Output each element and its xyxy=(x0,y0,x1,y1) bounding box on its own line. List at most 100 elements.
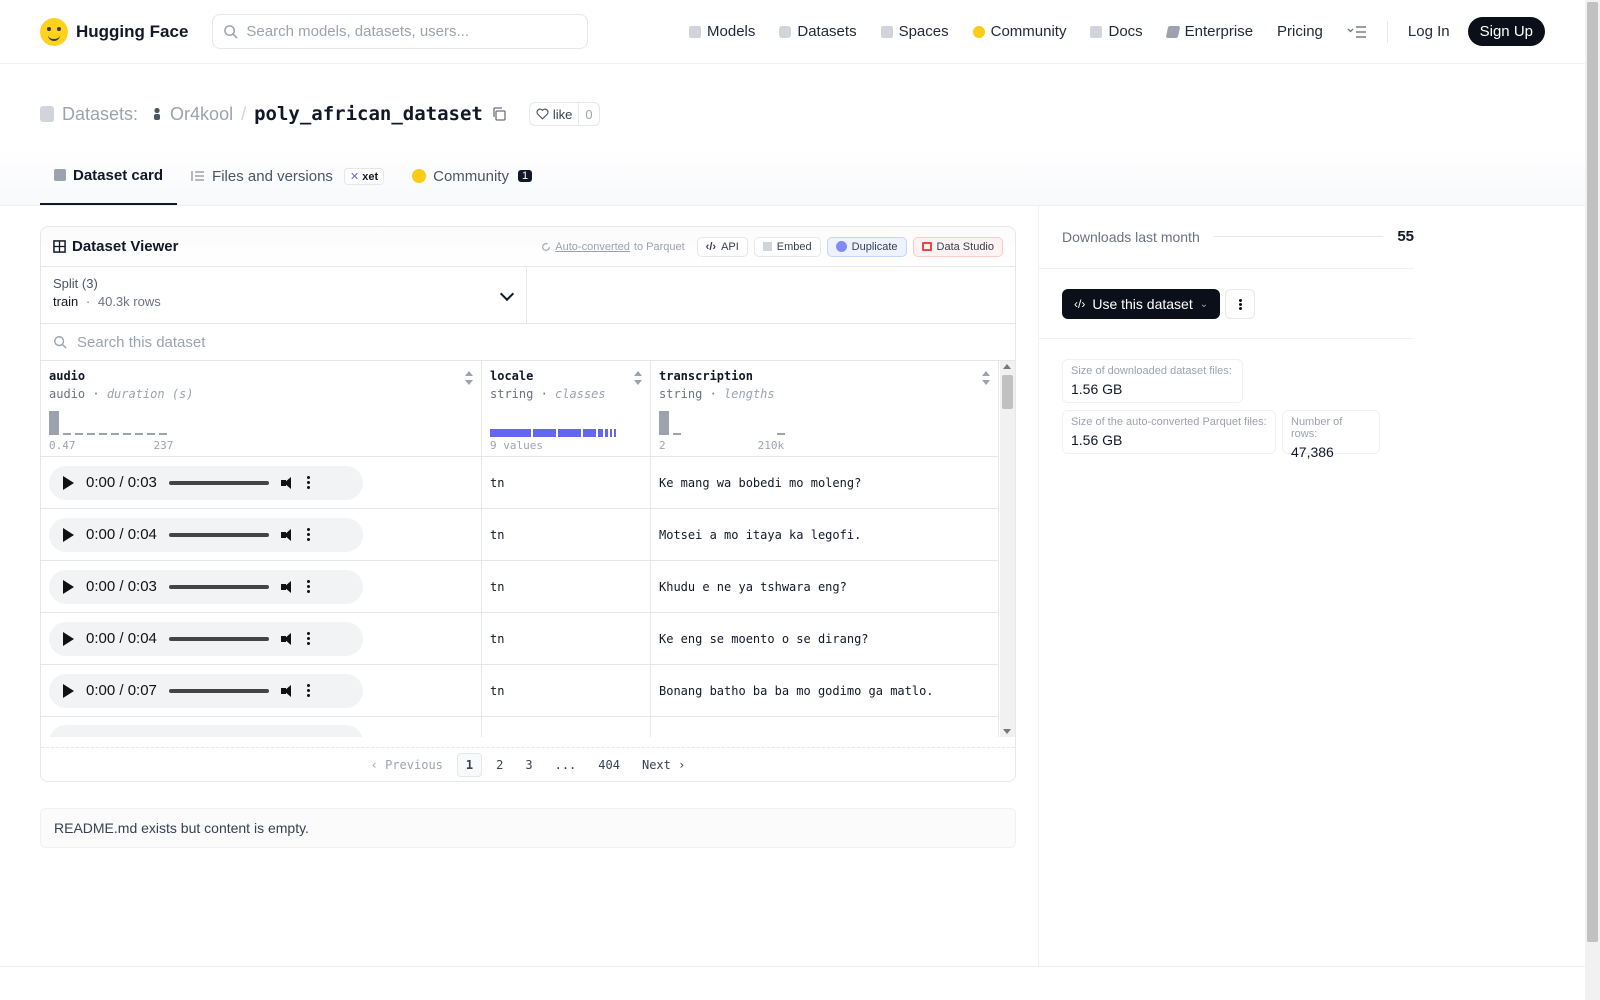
brand-name: Hugging Face xyxy=(76,21,189,41)
split-value: train xyxy=(53,294,79,309)
nav-spaces[interactable]: Spaces xyxy=(869,17,961,47)
nav-docs[interactable]: Docs xyxy=(1078,17,1154,47)
repo-owner-link[interactable]: Or4kool xyxy=(170,104,233,125)
page-404-button[interactable]: 404 xyxy=(590,754,628,776)
page-scrollbar[interactable] xyxy=(1585,0,1600,1000)
more-options-icon[interactable] xyxy=(306,481,310,484)
more-options-icon[interactable] xyxy=(306,585,310,588)
previous-page-button[interactable]: ‹ Previous xyxy=(363,754,451,776)
nav-models[interactable]: Models xyxy=(677,17,767,47)
audio-cell: 0:00 / 0:03 xyxy=(41,561,482,612)
sort-icon[interactable] xyxy=(465,371,473,385)
audio-seek-bar[interactable] xyxy=(168,480,269,485)
audio-seek-bar[interactable] xyxy=(168,584,269,589)
page-2-button[interactable]: 2 xyxy=(488,754,511,776)
audio-player[interactable]: 0:00 / 0:07 xyxy=(49,673,363,708)
audio-player[interactable]: 0:00 / 0:04 xyxy=(49,517,363,552)
volume-icon[interactable] xyxy=(280,580,295,594)
page-1-button[interactable]: 1 xyxy=(456,752,483,777)
volume-icon[interactable] xyxy=(280,528,295,542)
auto-converted-note: Auto-converted to Parquet xyxy=(541,241,685,253)
like-button[interactable]: like 0 xyxy=(528,102,600,126)
copy-icon[interactable] xyxy=(491,106,507,122)
page-scrollbar-thumb[interactable] xyxy=(1587,2,1598,942)
brand-link[interactable]: Hugging Face xyxy=(40,17,189,46)
audio-player[interactable]: 0:00 / 0:04 xyxy=(49,621,363,656)
page-3-button[interactable]: 3 xyxy=(517,754,540,776)
scroll-up-icon[interactable] xyxy=(1003,364,1011,369)
global-search-input[interactable]: Search models, datasets, users... xyxy=(212,14,589,49)
nav-enterprise-label: Enterprise xyxy=(1184,23,1254,40)
embed-button[interactable]: Embed xyxy=(753,236,821,257)
table-row: 0:00 / 0:07 tn Bonang batho ba ba mo god… xyxy=(41,665,999,717)
tab-community[interactable]: Community 1 xyxy=(398,147,546,205)
signup-button[interactable]: Sign Up xyxy=(1467,17,1545,46)
audio-player[interactable] xyxy=(49,725,363,737)
use-this-dataset-button[interactable]: ‹/› Use this dataset ⌄ xyxy=(1062,289,1221,319)
data-studio-button[interactable]: Data Studio xyxy=(912,236,1003,257)
more-options-icon[interactable] xyxy=(306,689,310,692)
nav-pricing[interactable]: Pricing xyxy=(1265,17,1335,47)
volume-icon[interactable] xyxy=(280,476,295,490)
duplicate-button[interactable]: Duplicate xyxy=(826,236,907,257)
play-icon[interactable] xyxy=(63,475,74,490)
path-separator: / xyxy=(241,103,247,124)
play-icon[interactable] xyxy=(63,527,74,542)
tab-community-label: Community xyxy=(433,167,509,185)
table-scrollbar[interactable] xyxy=(1000,361,1015,737)
code-icon: ‹/› xyxy=(705,240,717,253)
transcription-cell: Khudu e ne ya tshwara eng? xyxy=(651,561,999,612)
heart-icon xyxy=(536,108,549,120)
nav-datasets[interactable]: Datasets xyxy=(767,17,868,47)
audio-seek-bar[interactable] xyxy=(168,636,269,641)
audio-player[interactable]: 0:00 / 0:03 xyxy=(49,569,363,604)
play-icon[interactable] xyxy=(63,683,74,698)
next-page-button[interactable]: Next › xyxy=(634,754,693,776)
play-icon[interactable] xyxy=(63,579,74,594)
scroll-down-icon[interactable] xyxy=(1003,729,1011,734)
auto-converted-link[interactable]: Auto-converted xyxy=(555,241,630,253)
section-label[interactable]: Datasets: xyxy=(62,104,138,125)
repo-tabs-band: Dataset card Files and versions ✕ xet Co… xyxy=(0,148,1585,206)
dataset-search-input[interactable]: Search this dataset xyxy=(41,324,1015,361)
audio-seek-bar[interactable] xyxy=(168,688,269,693)
tab-files-label: Files and versions xyxy=(212,167,333,185)
sort-icon[interactable] xyxy=(634,371,642,385)
column-header-locale[interactable]: locale string · classes 9 values xyxy=(482,361,651,457)
duration-histogram xyxy=(49,411,167,435)
volume-icon[interactable] xyxy=(280,684,295,698)
transcription-cell: Ke eng se moento o se dirang? xyxy=(651,613,999,664)
more-options-icon[interactable] xyxy=(306,637,310,640)
repo-name-link[interactable]: poly_african_dataset xyxy=(254,103,483,125)
column-header-transcription[interactable]: transcription string · lengths 2 210k xyxy=(651,361,999,457)
nav-community[interactable]: Community xyxy=(961,17,1079,47)
dataset-viewer: Dataset Viewer Auto-converted to Parquet… xyxy=(40,226,1016,782)
tab-files-and-versions[interactable]: Files and versions ✕ xet xyxy=(177,147,398,205)
column-header-audio[interactable]: audio audio · duration (s) 0.47 237 xyxy=(41,361,482,457)
more-options-icon[interactable] xyxy=(306,533,310,536)
column-name: transcription xyxy=(659,369,753,383)
transcription-cell: Bonang batho ba ba mo godimo ga matlo. xyxy=(651,665,999,716)
xet-icon: ✕ xyxy=(349,170,360,183)
split-label: Split (3) xyxy=(53,276,98,291)
nav-datasets-label: Datasets xyxy=(797,23,857,40)
column-stat: duration (s) xyxy=(106,387,194,401)
play-icon[interactable] xyxy=(63,631,74,646)
user-avatar-icon xyxy=(154,107,161,120)
login-link[interactable]: Log In xyxy=(1396,17,1462,47)
audio-seek-bar[interactable] xyxy=(168,532,269,537)
audio-player[interactable]: 0:00 / 0:03 xyxy=(49,465,363,500)
more-actions-button[interactable] xyxy=(1225,289,1255,319)
nav-enterprise[interactable]: Enterprise xyxy=(1155,17,1265,47)
downloads-sparkline xyxy=(1213,236,1384,237)
split-select[interactable]: Split (3) train · 40.3k rows xyxy=(41,267,527,323)
sort-icon[interactable] xyxy=(982,371,990,385)
api-button[interactable]: ‹/› API xyxy=(696,236,748,257)
code-icon: ‹/› xyxy=(1074,297,1086,311)
volume-icon[interactable] xyxy=(280,632,295,646)
more-menu-button[interactable] xyxy=(1335,17,1379,47)
tab-dataset-card[interactable]: Dataset card xyxy=(40,147,178,205)
scrollbar-thumb[interactable] xyxy=(1002,375,1013,409)
audio-time: 0:00 / 0:07 xyxy=(86,682,157,699)
viewer-title: Dataset Viewer xyxy=(53,238,178,255)
